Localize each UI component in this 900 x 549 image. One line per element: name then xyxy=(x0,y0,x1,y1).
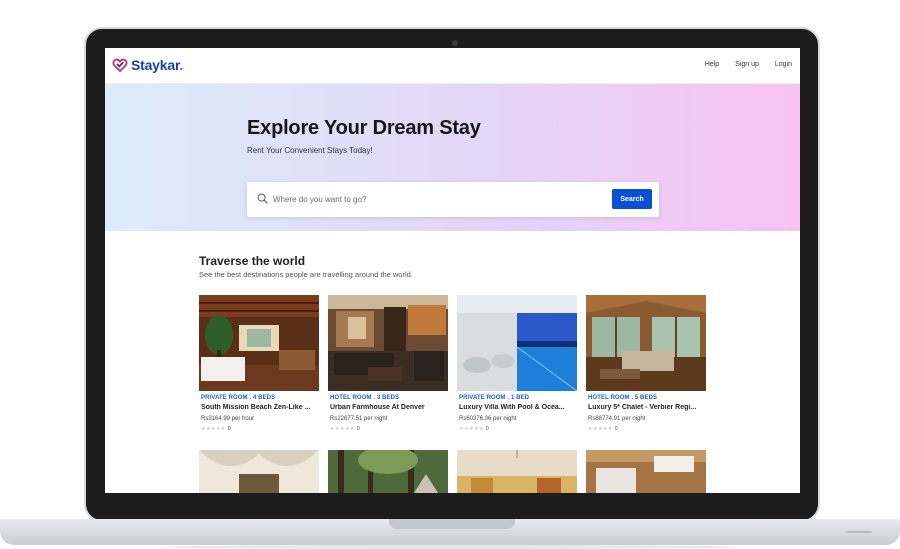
search-input[interactable] xyxy=(273,191,603,208)
listing-title[interactable]: Luxury Villa With Pool & Ocea... xyxy=(459,404,577,411)
laptop-foot-line xyxy=(846,531,872,533)
listing-type: HOTEL ROOM . 3 BEDS xyxy=(330,395,400,401)
listing-photo[interactable] xyxy=(199,295,319,391)
signup-link[interactable]: Sign up xyxy=(735,61,759,68)
laptop-shadow xyxy=(160,545,740,549)
camera-dot xyxy=(452,40,458,46)
help-link[interactable]: Help xyxy=(705,61,719,68)
hero-subtitle: Rent Your Convenient Stays Today! xyxy=(247,146,373,155)
site-header: Staykar. Help Sign up Login xyxy=(105,48,800,84)
star-icons: ★★★★★ xyxy=(459,426,484,432)
listing-price: Rs3164.99 per hour xyxy=(201,416,255,422)
hero-banner: Explore Your Dream Stay Rent Your Conven… xyxy=(105,84,800,231)
login-link[interactable]: Login xyxy=(775,61,792,68)
listing-rating: ★★★★★ 0 xyxy=(588,426,618,432)
listing-price: Rs22677.51 per night xyxy=(330,416,388,422)
rating-count: 0 xyxy=(356,426,360,432)
listing-card[interactable]: HOTEL ROOM . 5 BEDS Luxury 5* Chalet - V… xyxy=(586,295,706,435)
listing-price: Rs88774.91 per night xyxy=(588,416,646,422)
listing-card[interactable]: PRIVATE ROOM . 4 BEDS South Mission Beac… xyxy=(199,295,319,435)
listing-photo[interactable] xyxy=(328,450,448,493)
rating-count: 0 xyxy=(614,426,618,432)
listing-photo[interactable] xyxy=(586,450,706,493)
rating-count: 0 xyxy=(227,426,231,432)
star-icons: ★★★★★ xyxy=(201,426,226,432)
search-button[interactable]: Search xyxy=(612,189,652,209)
listing-title[interactable]: Luxury 5* Chalet - Verbier Regi... xyxy=(588,404,706,411)
section-title: Traverse the world xyxy=(199,254,306,268)
listing-rating: ★★★★★ 0 xyxy=(201,426,231,432)
listing-type: HOTEL ROOM . 5 BEDS xyxy=(588,395,658,401)
listing-photo[interactable] xyxy=(199,450,319,493)
listing-price: Rs60376.06 per night xyxy=(459,416,517,422)
logo-text: Staykar. xyxy=(131,57,184,73)
listing-photo[interactable] xyxy=(457,295,577,391)
logo[interactable]: Staykar. xyxy=(112,57,183,73)
listing-card[interactable]: PRIVATE ROOM . 1 BED Luxury Villa With P… xyxy=(457,295,577,435)
top-nav: Help Sign up Login xyxy=(705,61,792,68)
star-icons: ★★★★★ xyxy=(330,426,355,432)
listing-photo[interactable] xyxy=(328,295,448,391)
rating-count: 0 xyxy=(485,426,489,432)
listing-title[interactable]: South Mission Beach Zen-Like ... xyxy=(201,404,319,411)
browser-screen: Staykar. Help Sign up Login Explore Your… xyxy=(105,48,800,493)
heart-location-icon xyxy=(112,58,128,73)
listing-photo[interactable] xyxy=(586,295,706,391)
listing-rating: ★★★★★ 0 xyxy=(330,426,360,432)
search-bar: Search xyxy=(247,182,659,217)
section-subtitle: See the best destinations people are tra… xyxy=(199,270,413,279)
listing-type: PRIVATE ROOM . 1 BED xyxy=(459,395,530,401)
hero-title: Explore Your Dream Stay xyxy=(247,117,481,139)
star-icons: ★★★★★ xyxy=(588,426,613,432)
listing-rating: ★★★★★ 0 xyxy=(459,426,489,432)
listing-photo[interactable] xyxy=(457,450,577,493)
listing-title[interactable]: Urban Farmhouse At Denver xyxy=(330,404,448,411)
search-icon xyxy=(257,193,268,204)
laptop-notch xyxy=(389,519,515,529)
listing-card[interactable]: HOTEL ROOM . 3 BEDS Urban Farmhouse At D… xyxy=(328,295,448,435)
listing-type: PRIVATE ROOM . 4 BEDS xyxy=(201,395,276,401)
